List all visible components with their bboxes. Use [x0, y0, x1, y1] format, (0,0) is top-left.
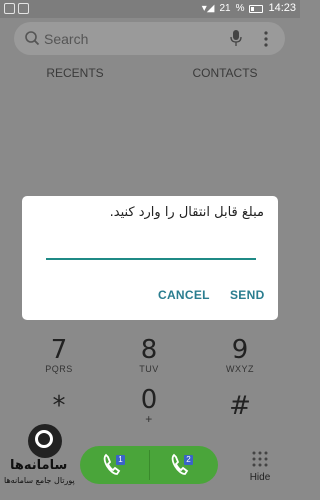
key-digit: 7 — [50, 335, 68, 365]
key-hash[interactable]: # — [210, 392, 270, 420]
key-letters: PQRS — [45, 364, 73, 374]
search-input[interactable]: Search — [44, 31, 88, 47]
keypad-grid-icon — [252, 451, 268, 467]
network-indicator: 21 — [219, 3, 231, 14]
clock: 14:23 — [268, 2, 296, 14]
status-indicators: ▾◢ 21 % 14:23 — [201, 2, 296, 15]
key-star[interactable]: * — [29, 392, 89, 420]
dialog-message: مبلغ قابل انتقال را وارد کنید. — [109, 205, 264, 220]
key-digit: 0 — [140, 385, 158, 415]
amount-dialog: مبلغ قابل انتقال را وارد کنید. CANCEL SE… — [22, 196, 278, 320]
key-0[interactable]: 0 + — [119, 385, 179, 426]
notification-icons — [4, 3, 29, 14]
key-7[interactable]: 7 PQRS — [29, 336, 89, 374]
key-digit: # — [229, 391, 251, 421]
key-digit: 8 — [140, 335, 158, 365]
call-sim1-button[interactable]: 1 — [102, 452, 132, 478]
key-8[interactable]: 8 TUV — [119, 336, 179, 374]
key-digit: 9 — [231, 335, 249, 365]
status-bar: ▾◢ 21 % 14:23 — [0, 0, 300, 18]
search-bar[interactable]: Search — [14, 22, 285, 55]
key-digit: * — [52, 391, 66, 421]
watermark-logo: سامانه‌ها پورتال جامع سامانه‌ها — [4, 422, 86, 486]
amount-input[interactable] — [46, 258, 256, 260]
watermark-title: سامانه‌ها — [10, 458, 68, 473]
cancel-button[interactable]: CANCEL — [158, 288, 210, 302]
call-sim2-button[interactable]: 2 — [170, 452, 200, 478]
tab-recents[interactable]: RECENTS — [0, 58, 150, 88]
call-buttons: 1 2 — [80, 446, 218, 484]
tab-bar: RECENTS CONTACTS — [0, 58, 300, 88]
key-letters: WXYZ — [226, 364, 254, 374]
hide-keypad-button[interactable]: Hide — [246, 448, 274, 488]
signal-icon: ▾◢ — [201, 3, 215, 14]
microphone-icon[interactable] — [230, 30, 242, 47]
sim2-badge: 2 — [184, 455, 193, 465]
image-notification-icon — [18, 3, 29, 14]
tab-contacts[interactable]: CONTACTS — [150, 58, 300, 88]
more-options-icon[interactable] — [263, 30, 269, 48]
battery-percent: % — [235, 3, 245, 14]
sim1-badge: 1 — [116, 455, 125, 465]
send-button[interactable]: SEND — [230, 288, 265, 302]
key-letters: TUV — [139, 364, 159, 374]
watermark-subtitle: پورتال جامع سامانه‌ها — [4, 476, 75, 485]
hide-label: Hide — [249, 472, 271, 483]
battery-icon — [249, 4, 264, 13]
search-icon — [25, 31, 40, 46]
call-divider — [149, 450, 150, 480]
key-letters: + — [145, 412, 153, 426]
magnifier-icon — [35, 430, 53, 448]
key-9[interactable]: 9 WXYZ — [210, 336, 270, 374]
notification-icon — [4, 3, 15, 14]
